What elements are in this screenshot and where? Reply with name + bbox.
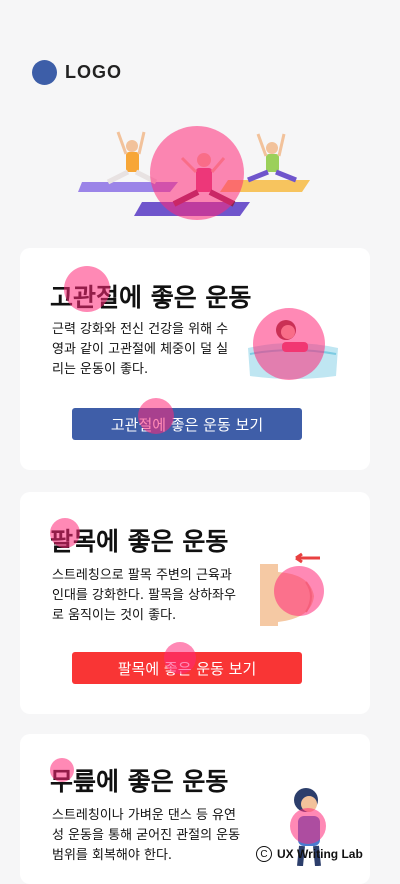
hip-exercise-button[interactable]: 고관절에 좋은 운동 보기 — [72, 408, 302, 440]
wrist-exercise-card: 팔목에 좋은 운동 스트레칭으로 팔목 주변의 근육과 인대를 강화한다. 팔목… — [20, 492, 370, 714]
credit-text: UX Writing Lab — [277, 847, 363, 861]
wrist-stretch-icon — [260, 552, 320, 626]
card-description: 스트레칭이나 가벼운 댄스 등 유연성 운동을 통해 굳어진 관절의 운동 범위… — [52, 808, 241, 863]
card-title: 고관절에 좋은 운동 — [50, 283, 252, 312]
card-description: 근력 강화와 전신 건강을 위해 수영과 같이 고관절에 체중이 덜 실리는 운… — [52, 322, 229, 377]
card-title: 무릎에 좋은 운동 — [50, 767, 229, 796]
wrist-exercise-button[interactable]: 팔목에 좋은 운동 보기 — [72, 652, 302, 684]
copyright-icon: C — [256, 846, 272, 862]
copyright-credit: C UX Writing Lab — [256, 846, 363, 862]
hip-exercise-card: 고관절에 좋은 운동 근력 강화와 전신 건강을 위해 수영과 같이 고관절에 … — [20, 248, 370, 470]
logo-mark — [32, 60, 57, 85]
card-description: 스트레칭으로 팔목 주변의 근육과 인대를 강화한다. 팔목을 상하좌우로 움직… — [52, 568, 236, 623]
logo[interactable]: LOGO — [32, 60, 122, 85]
swimming-icon — [248, 320, 338, 379]
yoga-hero-illustration — [78, 131, 310, 216]
card-title: 팔목에 좋은 운동 — [50, 527, 229, 556]
logo-text: LOGO — [65, 62, 122, 82]
